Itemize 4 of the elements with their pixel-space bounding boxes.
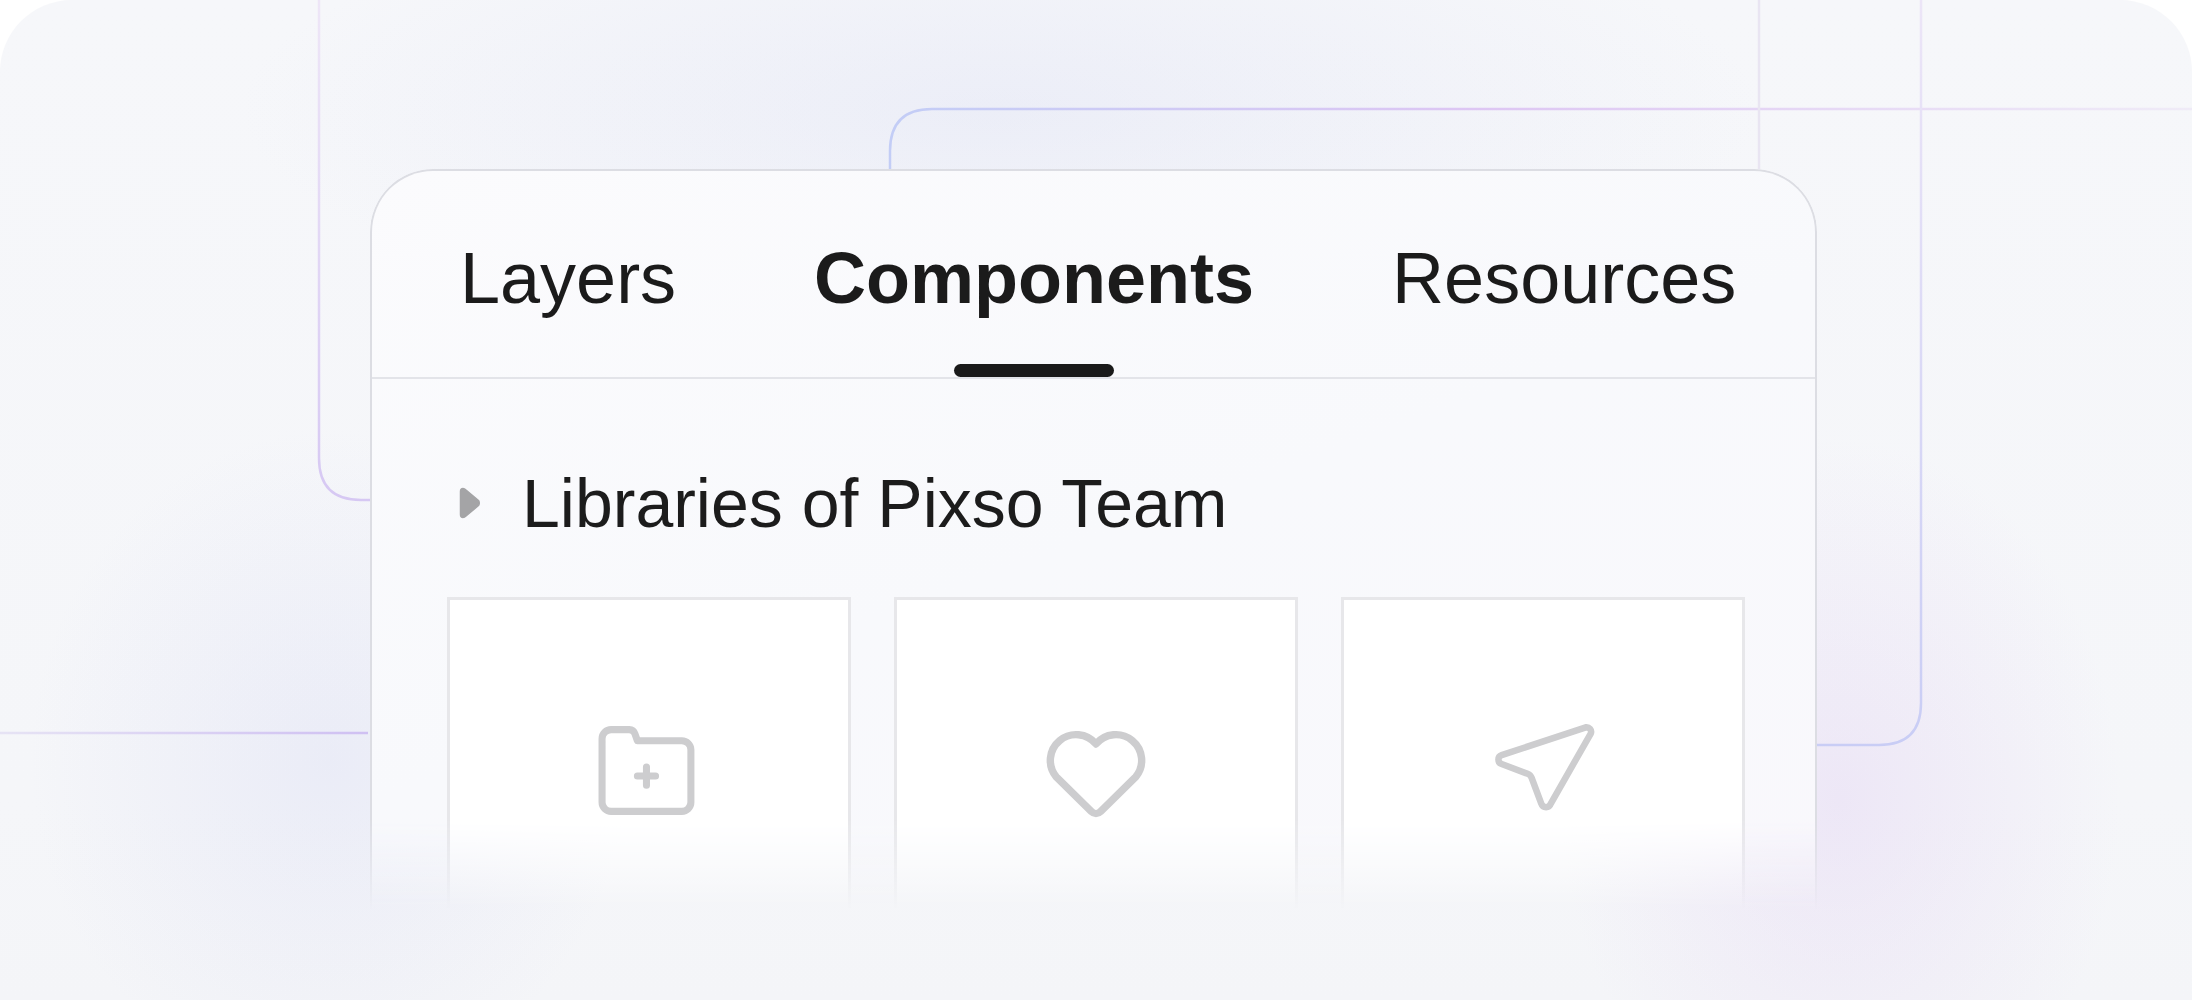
library-group-toggle[interactable]: Libraries of Pixso Team <box>458 469 1228 537</box>
tab[interactable]: Layers <box>460 242 677 377</box>
tab[interactable]: Components <box>814 242 1255 377</box>
tab[interactable]: Resources <box>1392 242 1737 377</box>
